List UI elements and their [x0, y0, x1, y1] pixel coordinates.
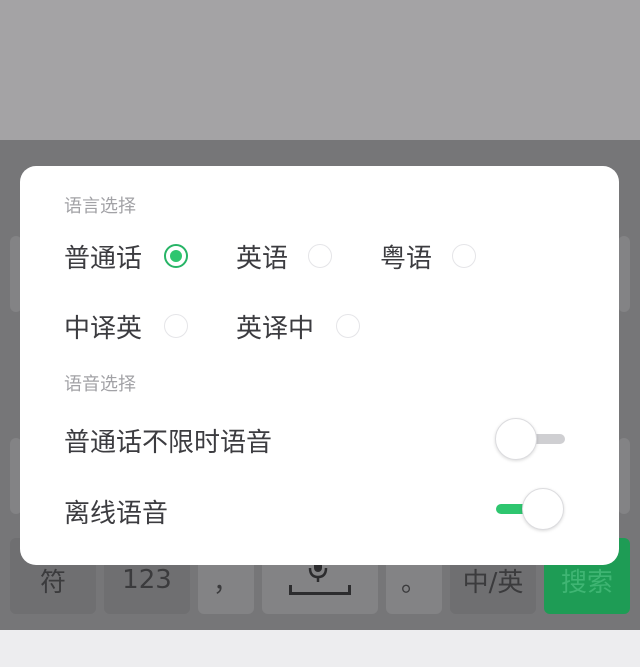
toggle-knob — [522, 488, 564, 530]
keyboard-key — [618, 236, 630, 312]
voice-section-title: 语音选择 — [64, 374, 136, 395]
space-icon — [289, 585, 351, 595]
toggle-knob — [495, 418, 537, 460]
offline-voice-toggle[interactable] — [496, 488, 566, 532]
language-option-zh-to-en[interactable]: 中译英 — [64, 309, 142, 344]
language-section-title: 语言选择 — [64, 196, 136, 217]
unlimited-voice-toggle[interactable] — [495, 418, 565, 462]
language-option-mandarin[interactable]: 普通话 — [64, 239, 142, 274]
language-option-en-to-zh[interactable]: 英译中 — [236, 309, 314, 344]
app-background — [0, 0, 640, 140]
radio-cantonese[interactable] — [452, 244, 476, 268]
radio-zh-to-en[interactable] — [164, 314, 188, 338]
bottom-bar — [0, 630, 640, 667]
language-option-english[interactable]: 英语 — [236, 239, 288, 274]
radio-en-to-zh[interactable] — [336, 314, 360, 338]
offline-voice-label: 离线语音 — [64, 499, 169, 529]
radio-english[interactable] — [308, 244, 332, 268]
radio-mandarin[interactable] — [164, 244, 188, 268]
language-option-cantonese[interactable]: 粤语 — [380, 239, 432, 274]
voice-settings-dialog: 语言选择 普通话 英语 粤语 中译英 英译中 语音选择 普通话不限时语音 离线语… — [20, 166, 619, 565]
keyboard-key — [618, 438, 630, 514]
unlimited-voice-label: 普通话不限时语音 — [64, 428, 273, 458]
